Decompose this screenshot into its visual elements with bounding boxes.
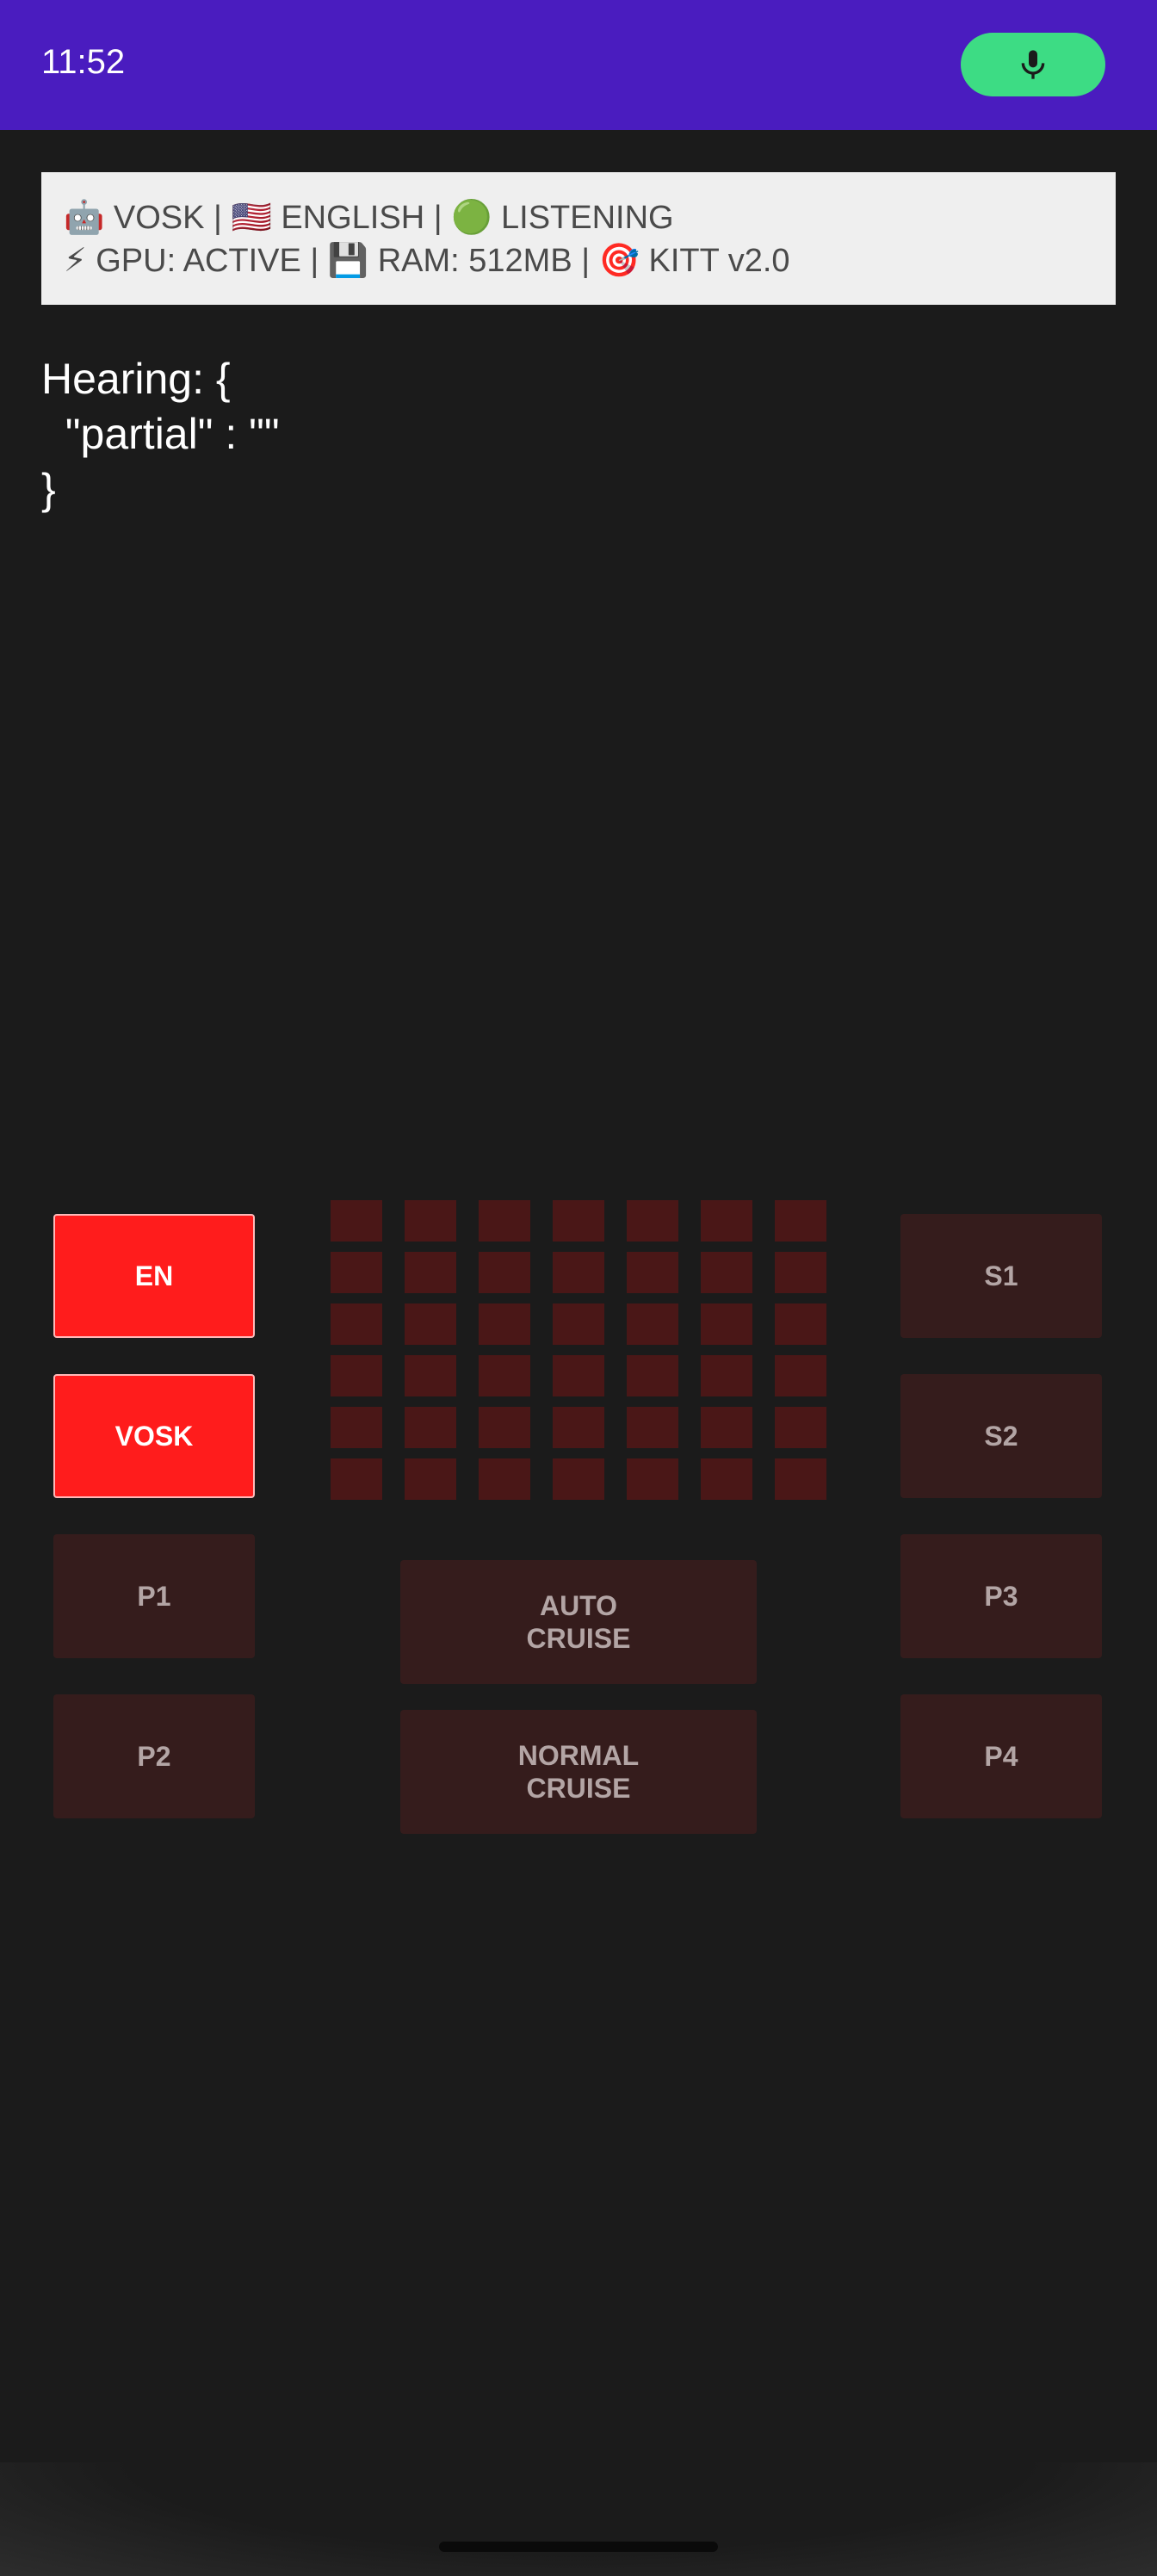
voice-meter-cell: [479, 1200, 530, 1242]
scanner-s2-button[interactable]: S2: [900, 1374, 1102, 1498]
info-line-system: ⚡ GPU: ACTIVE | 💾 RAM: 512MB | 🎯 KITT v2…: [64, 243, 790, 279]
voice-meter-cell: [627, 1252, 678, 1293]
voice-meter-cell: [331, 1252, 382, 1293]
voice-meter-cell: [553, 1458, 604, 1500]
voice-meter-cell: [405, 1458, 456, 1500]
voice-meter-cell: [701, 1200, 752, 1242]
voice-meter-cell: [553, 1303, 604, 1345]
home-indicator[interactable]: [439, 2542, 718, 2552]
info-line-engine: 🤖 VOSK | 🇺🇸 ENGLISH | 🟢 LISTENING: [64, 200, 674, 236]
mic-button[interactable]: [961, 33, 1105, 96]
voice-meter-grid: [331, 1200, 826, 1502]
preset-p4-button[interactable]: P4: [900, 1694, 1102, 1818]
voice-meter-cell: [627, 1303, 678, 1345]
voice-meter-cell: [627, 1200, 678, 1242]
voice-meter-cell: [479, 1407, 530, 1448]
voice-meter-cell: [775, 1252, 826, 1293]
voice-meter-cell: [405, 1303, 456, 1345]
voice-meter-cell: [331, 1458, 382, 1500]
microphone-icon: [1021, 50, 1045, 79]
voice-meter-cell: [701, 1303, 752, 1345]
status-info-banner: 🤖 VOSK | 🇺🇸 ENGLISH | 🟢 LISTENING ⚡ GPU:…: [41, 172, 1116, 305]
scanner-s1-button[interactable]: S1: [900, 1214, 1102, 1338]
voice-meter-cell: [775, 1407, 826, 1448]
language-en-button[interactable]: EN: [53, 1214, 255, 1338]
preset-p1-button[interactable]: P1: [53, 1534, 255, 1658]
voice-meter-cell: [553, 1252, 604, 1293]
voice-meter-cell: [775, 1303, 826, 1345]
voice-meter-cell: [701, 1252, 752, 1293]
hearing-output: Hearing: { "partial" : "" }: [41, 355, 280, 513]
status-clock: 11:52: [41, 43, 126, 81]
voice-meter-cell: [405, 1200, 456, 1242]
voice-meter-cell: [775, 1200, 826, 1242]
voice-meter-cell: [627, 1355, 678, 1396]
voice-meter-cell: [701, 1458, 752, 1500]
voice-meter-cell: [553, 1355, 604, 1396]
voice-meter-cell: [405, 1407, 456, 1448]
voice-meter-cell: [627, 1458, 678, 1500]
voice-meter-cell: [701, 1407, 752, 1448]
voice-meter-cell: [405, 1355, 456, 1396]
voice-meter-cell: [775, 1355, 826, 1396]
voice-meter-cell: [331, 1407, 382, 1448]
normal-cruise-button[interactable]: NORMAL CRUISE: [400, 1710, 757, 1834]
voice-meter-cell: [479, 1355, 530, 1396]
voice-meter-cell: [331, 1200, 382, 1242]
status-bar: 11:52: [0, 0, 1157, 130]
voice-meter-cell: [405, 1252, 456, 1293]
preset-p2-button[interactable]: P2: [53, 1694, 255, 1818]
voice-meter-cell: [331, 1355, 382, 1396]
voice-meter-cell: [627, 1407, 678, 1448]
vosk-engine-button[interactable]: VOSK: [53, 1374, 255, 1498]
bottom-gesture-area: [0, 2462, 1157, 2576]
voice-meter-cell: [479, 1458, 530, 1500]
preset-p3-button[interactable]: P3: [900, 1534, 1102, 1658]
auto-cruise-button[interactable]: AUTO CRUISE: [400, 1560, 757, 1684]
voice-meter-cell: [479, 1252, 530, 1293]
voice-meter-cell: [331, 1303, 382, 1345]
voice-meter-cell: [553, 1200, 604, 1242]
voice-meter-cell: [775, 1458, 826, 1500]
voice-meter-cell: [553, 1407, 604, 1448]
voice-meter-cell: [701, 1355, 752, 1396]
voice-meter-cell: [479, 1303, 530, 1345]
